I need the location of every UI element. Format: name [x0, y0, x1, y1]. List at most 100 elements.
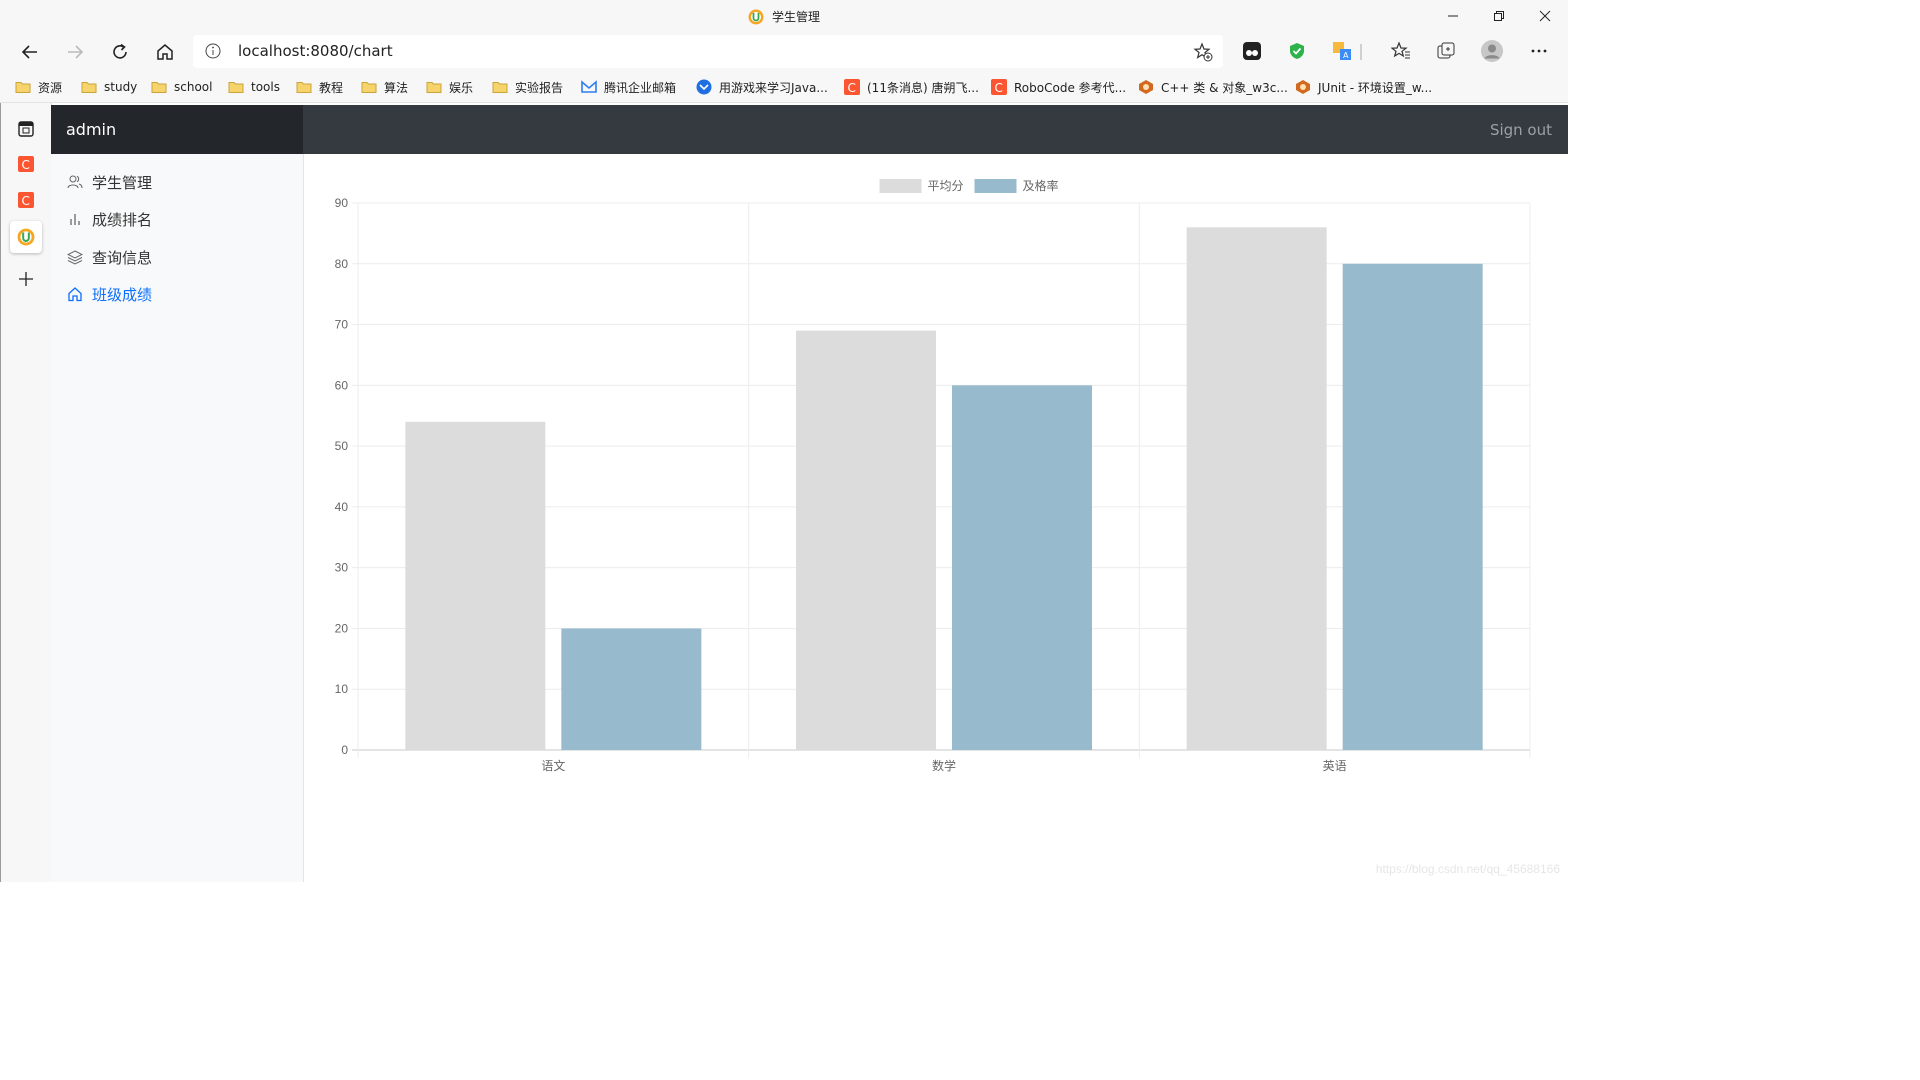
sign-out-link[interactable]: Sign out — [1490, 121, 1552, 139]
minimize-icon — [1448, 15, 1458, 17]
y-tick-label: 70 — [335, 318, 349, 332]
bookmark-label: tools — [251, 80, 280, 94]
back-button[interactable] — [14, 36, 46, 68]
bar-chart-icon — [70, 214, 80, 225]
minimize-button[interactable] — [1430, 0, 1476, 32]
bookmark-item[interactable]: tools — [228, 78, 280, 96]
sidebar-item-class-scores[interactable]: 班级成绩 — [67, 283, 152, 305]
forward-button[interactable] — [59, 36, 91, 68]
legend-swatch — [879, 179, 922, 193]
bookmark-label: JUnit - 环境设置_w... — [1318, 80, 1433, 95]
collections-icon — [1437, 42, 1455, 59]
bookmark-item[interactable]: C (11条消息) 唐朔飞... — [844, 78, 979, 96]
tab-csdn-1[interactable]: C — [10, 148, 42, 180]
restore-button[interactable] — [1476, 0, 1522, 32]
folder-icon — [361, 82, 377, 93]
bookmark-item[interactable]: school — [151, 78, 212, 96]
sidebar-item-student-management[interactable]: 学生管理 — [67, 171, 152, 193]
layers-icon — [67, 250, 83, 265]
site-icon — [696, 79, 712, 95]
bar — [796, 330, 936, 750]
bookmark-item[interactable]: JUnit - 环境设置_w... — [1295, 78, 1432, 96]
window-titlebar: 学生管理 — [0, 0, 1568, 32]
bar — [1342, 263, 1483, 750]
bookmark-item[interactable]: C RoboCode 参考代... — [991, 78, 1126, 96]
y-tick-label: 20 — [335, 621, 349, 635]
sidebar-item-query-info[interactable]: 查询信息 — [67, 246, 152, 268]
tab-csdn-2[interactable]: C — [10, 184, 42, 216]
avatar-icon — [1481, 40, 1503, 62]
home-icon — [157, 44, 173, 60]
bookmark-item[interactable]: 娱乐 — [426, 78, 473, 96]
tab-actions-button[interactable] — [10, 113, 42, 145]
add-favorite-icon[interactable] — [1193, 42, 1213, 62]
settings-more-button[interactable] — [1528, 40, 1550, 62]
bookmark-label: (11条消息) 唐朔飞... — [867, 80, 979, 95]
close-icon — [1539, 10, 1551, 22]
app-brand[interactable]: admin — [51, 105, 303, 154]
folder-icon — [228, 82, 244, 93]
bookmark-item[interactable]: 资源 — [15, 78, 62, 96]
close-window-button[interactable] — [1522, 0, 1568, 32]
bookmark-label: 娱乐 — [449, 80, 474, 95]
bookmark-item[interactable]: C++ 类 & 对象_w3c... — [1138, 78, 1288, 96]
svg-text:C: C — [995, 81, 1003, 95]
sidebar-item-score-ranking[interactable]: 成绩排名 — [67, 208, 152, 230]
bookmark-item[interactable]: 腾讯企业邮箱 — [581, 78, 676, 96]
y-tick-label: 30 — [335, 561, 349, 575]
bookmark-label: 用游戏来学习Java... — [719, 80, 828, 95]
csdn-icon: C — [18, 192, 34, 208]
bar — [405, 421, 546, 750]
bookmark-item[interactable]: study — [81, 78, 137, 96]
chart-area: 0 10 20 30 40 50 60 70 80 90 语文 数学 英语 平均分 及格率 https://… — [304, 154, 1568, 882]
csdn-icon: C — [18, 156, 34, 172]
toolbar-divider — [1360, 44, 1362, 60]
bookmark-label: 教程 — [319, 80, 344, 95]
y-tick-label: 90 — [335, 196, 349, 210]
extension-shield-icon[interactable] — [1286, 40, 1308, 62]
address-bar[interactable]: localhost:8080/chart — [193, 35, 1223, 68]
folder-icon — [151, 82, 167, 93]
reload-button[interactable] — [104, 36, 136, 68]
legend-swatch — [974, 179, 1017, 193]
bookmark-label: RoboCode 参考代... — [1014, 80, 1127, 95]
favorites-button[interactable] — [1390, 40, 1412, 62]
extension-tampermonkey-icon[interactable] — [1241, 40, 1263, 62]
bookmark-item[interactable]: 算法 — [361, 78, 408, 96]
bookmark-item[interactable]: 用游戏来学习Java... — [696, 78, 828, 96]
bookmark-item[interactable]: 教程 — [296, 78, 343, 96]
app-header: Sign out — [303, 105, 1568, 154]
svg-text:C: C — [22, 194, 30, 208]
y-tick-label: 10 — [335, 682, 349, 696]
new-tab-button[interactable] — [10, 263, 42, 295]
bar — [1186, 227, 1327, 751]
extension-translate-icon[interactable]: A — [1331, 40, 1353, 62]
bookmark-label: study — [104, 80, 138, 94]
plus-icon — [19, 272, 33, 286]
folder-icon — [426, 82, 442, 93]
app-favicon-icon — [17, 228, 35, 246]
url-text: localhost:8080/chart — [238, 42, 393, 60]
bookmark-label: C++ 类 & 对象_w3c... — [1161, 80, 1288, 95]
watermark: https://blog.csdn.net/qq_45688166 — [1375, 862, 1560, 876]
folder-icon — [296, 82, 312, 93]
y-tick-label: 60 — [335, 378, 349, 392]
users-icon — [67, 175, 83, 189]
csdn-icon: C — [991, 79, 1007, 95]
bar-chart: 0 10 20 30 40 50 60 70 80 90 语文 数学 英语 平均分 及格率 — [335, 178, 1531, 773]
home-button[interactable] — [149, 36, 181, 68]
y-tick-label: 80 — [335, 257, 349, 271]
profile-avatar[interactable] — [1481, 40, 1503, 62]
bookmark-label: 算法 — [384, 80, 409, 95]
svg-text:C: C — [22, 158, 30, 172]
svg-text:A: A — [1343, 51, 1349, 60]
y-tick-label: 50 — [335, 439, 349, 453]
tab-student-management[interactable] — [10, 221, 42, 253]
bookmark-item[interactable]: 实验报告 — [492, 78, 563, 96]
folder-icon — [81, 82, 97, 93]
folder-icon — [492, 82, 508, 93]
arrow-left-icon — [21, 45, 37, 59]
legend-label: 及格率 — [1023, 178, 1059, 193]
collections-button[interactable] — [1435, 40, 1457, 62]
bookmark-label: 实验报告 — [515, 80, 564, 95]
